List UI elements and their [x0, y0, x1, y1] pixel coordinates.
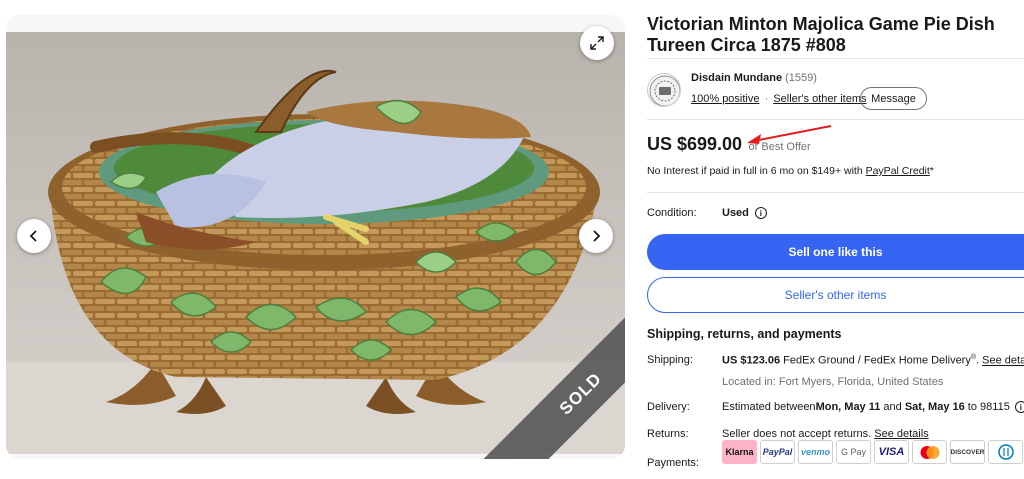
visa-icon: VISA — [874, 440, 909, 464]
klarna-icon: Klarna — [722, 440, 757, 464]
expand-icon — [590, 36, 604, 50]
sellers-other-items-button[interactable]: Seller's other items — [647, 277, 1024, 313]
credit-prefix: No Interest if paid in full in 6 mo on $… — [647, 165, 866, 177]
delivery-and: and — [880, 401, 905, 413]
returns-see-details-link[interactable]: See details — [874, 428, 928, 440]
previous-image-button[interactable] — [17, 219, 51, 253]
divider — [647, 192, 1024, 193]
delivery-end: Sat, May 16 — [904, 401, 965, 413]
paypal-icon: PayPal — [760, 440, 795, 464]
diners-club-icon — [988, 440, 1023, 464]
shipping-method: FedEx Ground / FedEx Home Delivery — [780, 354, 971, 367]
returns-label: Returns: — [647, 428, 689, 440]
seller-name-line: Disdain Mundane (1559) — [691, 72, 817, 84]
returns-text: Seller does not accept returns. — [722, 428, 875, 440]
seller-name[interactable]: Disdain Mundane — [691, 72, 782, 84]
delivery-info-icon[interactable]: i — [1014, 401, 1024, 413]
seller-feedback-count: (1559) — [785, 72, 817, 84]
delivery-prefix: Estimated between — [722, 401, 816, 413]
chevron-right-icon — [593, 230, 601, 242]
venmo-icon: venmo — [798, 440, 833, 464]
seller-avatar[interactable] — [647, 73, 681, 107]
condition-value-wrap: Used i — [722, 207, 767, 219]
google-pay-icon: G Pay — [836, 440, 871, 464]
payment-methods: Klarna PayPal venmo G Pay VISA DISCOVER — [722, 440, 1023, 464]
price: US $699.00 — [647, 134, 743, 154]
sell-one-like-this-button[interactable]: Sell one like this — [647, 234, 1024, 270]
item-title: Victorian Minton Majolica Game Pie Dish … — [647, 14, 995, 55]
next-image-button[interactable] — [579, 219, 613, 253]
shipping-see-details-link[interactable]: See details — [982, 355, 1024, 367]
chevron-left-icon — [29, 230, 37, 242]
delivery-zip: to 98115 — [964, 401, 1010, 413]
link-separator: · — [764, 93, 769, 105]
shipping-heading: Shipping, returns, and payments — [647, 327, 842, 341]
seller-positive-link[interactable]: 100% positive — [691, 93, 760, 105]
mastercard-icon — [912, 440, 947, 464]
condition-value: Used — [722, 207, 749, 219]
payments-label: Payments: — [647, 457, 699, 469]
image-gallery: SOLD — [6, 15, 625, 459]
info-icon[interactable]: i — [754, 207, 767, 219]
item-details-panel: Victorian Minton Majolica Game Pie Dish … — [647, 14, 1024, 469]
condition-label: Condition: — [647, 207, 697, 219]
credit-offer: No Interest if paid in full in 6 mo on $… — [647, 165, 934, 177]
shipping-label: Shipping: — [647, 354, 693, 366]
message-button[interactable]: Message — [860, 87, 927, 110]
returns-value: Seller does not accept returns. See deta… — [722, 428, 929, 440]
seller-card: Disdain Mundane (1559) 100% positive · S… — [647, 58, 1024, 120]
item-location: Located in: Fort Myers, Florida, United … — [722, 376, 944, 388]
shipping-value: US $123.06 FedEx Ground / FedEx Home Del… — [722, 354, 1024, 367]
shipping-cost: US $123.06 — [722, 354, 781, 367]
seller-links: 100% positive · Seller's other items — [691, 93, 867, 105]
seller-other-items-link[interactable]: Seller's other items — [773, 93, 866, 105]
delivery-start: Mon, May 11 — [815, 401, 881, 413]
annotation-arrow — [747, 125, 832, 144]
expand-button[interactable] — [580, 26, 614, 60]
credit-suffix: * — [929, 165, 934, 177]
paypal-credit-link[interactable]: PayPal Credit — [866, 165, 930, 177]
product-photo[interactable] — [6, 32, 625, 454]
discover-icon: DISCOVER — [950, 440, 985, 464]
delivery-label: Delivery: — [647, 401, 690, 413]
delivery-value: Estimated between ​Mon, May 11 and Sat, … — [722, 401, 1024, 413]
